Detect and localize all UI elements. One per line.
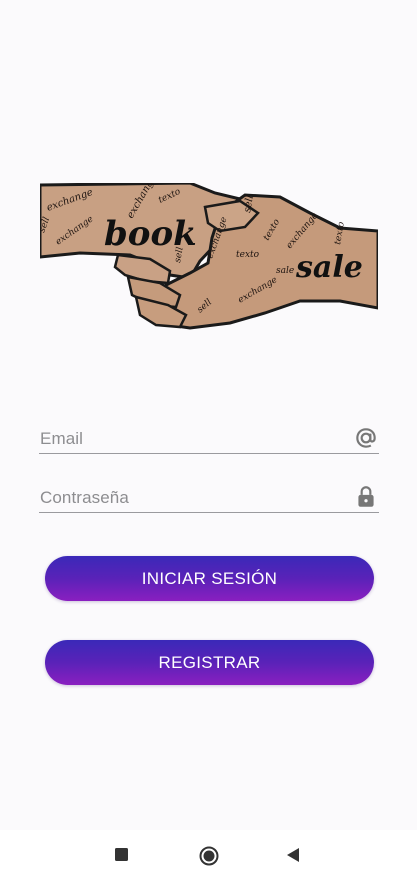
email-placeholder: Email	[40, 429, 84, 448]
password-field[interactable]: Contraseña	[39, 476, 379, 513]
password-placeholder: Contraseña	[40, 488, 129, 507]
lock-icon	[358, 486, 374, 507]
login-screen: exchange sell exchange texto exchange ex…	[0, 0, 417, 878]
recents-square-icon[interactable]	[115, 848, 128, 861]
back-triangle-icon[interactable]	[286, 848, 300, 862]
logo-word-book: book	[104, 214, 197, 254]
home-circle-icon[interactable]	[199, 846, 219, 866]
register-button[interactable]: REGISTRAR	[45, 640, 374, 685]
logo-word-sale: sale	[295, 250, 363, 285]
email-field[interactable]: Email	[39, 417, 379, 454]
book-sale-handshake-logo: exchange sell exchange texto exchange ex…	[40, 183, 378, 330]
at-icon	[356, 428, 376, 448]
login-button[interactable]: INICIAR SESIÓN	[45, 556, 374, 601]
svg-text:texto: texto	[236, 250, 260, 260]
svg-text:sale: sale	[276, 266, 294, 276]
system-navigation-bar	[0, 830, 417, 878]
